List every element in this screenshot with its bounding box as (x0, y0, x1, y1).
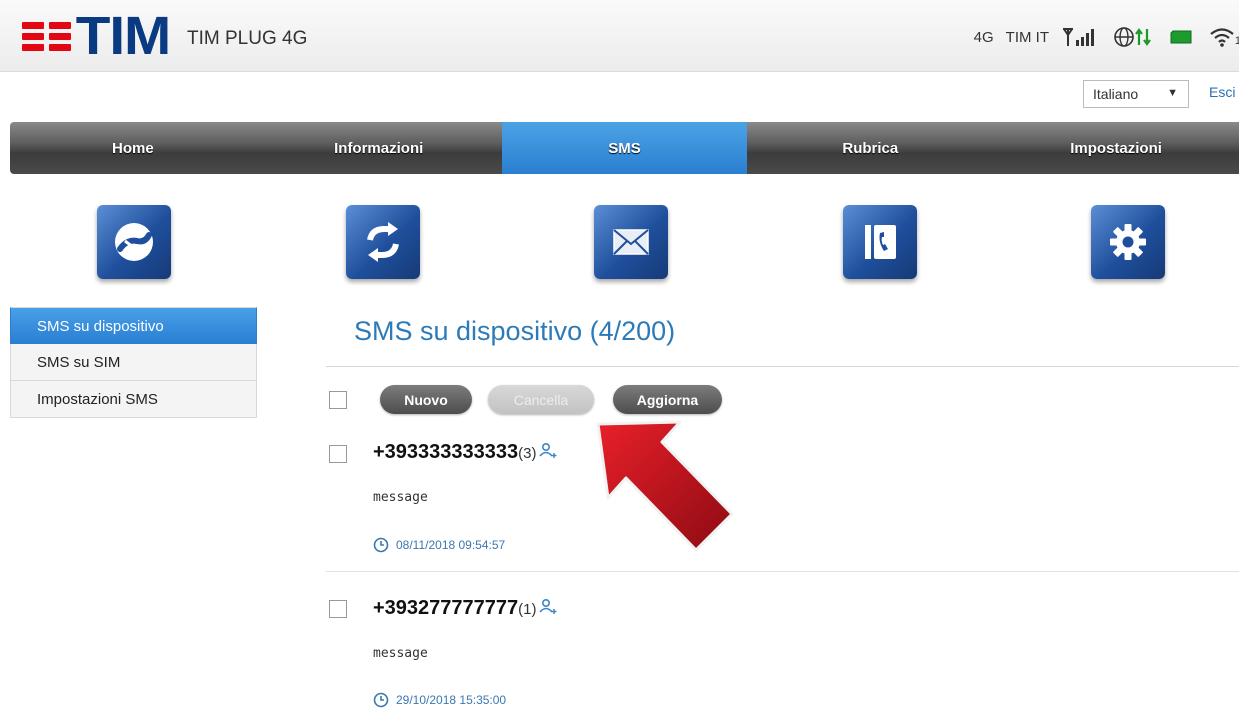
page-title: SMS su dispositivo (4/200) (354, 316, 676, 346)
refresh-button[interactable]: Aggiorna (613, 385, 722, 414)
timestamp-text: 29/10/2018 15:35:00 (396, 693, 507, 707)
nav-impostazioni[interactable]: Impostazioni (993, 122, 1239, 174)
divider (326, 366, 1239, 367)
nav-sms[interactable]: SMS (501, 122, 748, 174)
envelope-icon[interactable] (594, 205, 668, 279)
sim-card-icon (1169, 25, 1193, 49)
sms-sidebar: SMS su dispositivo SMS su SIM Impostazio… (10, 307, 257, 418)
message-checkbox[interactable] (329, 600, 347, 618)
sidebar-item-sms-device[interactable]: SMS su dispositivo (10, 307, 257, 344)
language-select[interactable]: Italiano ▼ (1083, 80, 1189, 108)
phonebook-icon[interactable] (843, 205, 917, 279)
wifi-icon: 1 (1209, 25, 1239, 49)
clock-icon (373, 692, 389, 708)
main-nav: Home Informazioni SMS Rubrica Impostazio… (10, 122, 1239, 174)
nav-rubrica[interactable]: Rubrica (747, 122, 993, 174)
message-count: (1) (518, 601, 537, 618)
wifi-client-count: 1 (1234, 35, 1239, 47)
brand-name: TIM (75, 6, 172, 66)
nav-informazioni[interactable]: Informazioni (256, 122, 502, 174)
clock-icon (373, 537, 389, 553)
divider (326, 571, 1239, 572)
product-name: TIM PLUG 4G (187, 28, 308, 49)
sender-number: +393333333333 (373, 441, 519, 463)
signal-strength-icon (1061, 25, 1097, 49)
status-bar: 4G TIM IT 1 (974, 24, 1239, 50)
message-checkbox[interactable] (329, 445, 347, 463)
message-body: message (373, 490, 428, 505)
message-sender[interactable]: +393277777777(1) (373, 597, 557, 620)
logout-link[interactable]: Esci (1209, 84, 1235, 100)
timestamp-text: 08/11/2018 09:54:57 (396, 538, 506, 552)
sidebar-item-sms-settings[interactable]: Impostazioni SMS (10, 381, 257, 418)
add-contact-icon[interactable] (538, 441, 557, 464)
operator-name: TIM IT (1005, 28, 1049, 46)
sync-icon[interactable] (346, 205, 420, 279)
delete-button[interactable]: Cancella (488, 385, 594, 414)
top-header: TIM TIM PLUG 4G 4G TIM IT 1 (0, 0, 1239, 72)
message-count: (3) (518, 445, 537, 462)
message-timestamp: 08/11/2018 09:54:57 (373, 537, 505, 553)
home-connection-icon[interactable] (97, 205, 171, 279)
sender-number: +393277777777 (373, 597, 519, 619)
language-value: Italiano (1093, 86, 1139, 102)
message-sender[interactable]: +393333333333(3) (373, 441, 557, 464)
select-all-checkbox[interactable] (329, 391, 347, 409)
chevron-down-icon: ▼ (1167, 87, 1178, 99)
annotation-arrow-icon (596, 420, 734, 552)
add-contact-icon[interactable] (538, 597, 557, 620)
tim-logo: TIM (22, 6, 172, 66)
tim-logo-mark (22, 16, 72, 56)
message-timestamp: 29/10/2018 15:35:00 (373, 692, 506, 708)
sidebar-item-sms-sim[interactable]: SMS su SIM (10, 344, 257, 381)
message-body: message (373, 646, 428, 661)
gear-icon[interactable] (1091, 205, 1165, 279)
network-type: 4G (973, 28, 994, 46)
new-button[interactable]: Nuovo (380, 385, 472, 414)
internet-connection-icon (1113, 25, 1153, 49)
nav-home[interactable]: Home (10, 122, 256, 174)
